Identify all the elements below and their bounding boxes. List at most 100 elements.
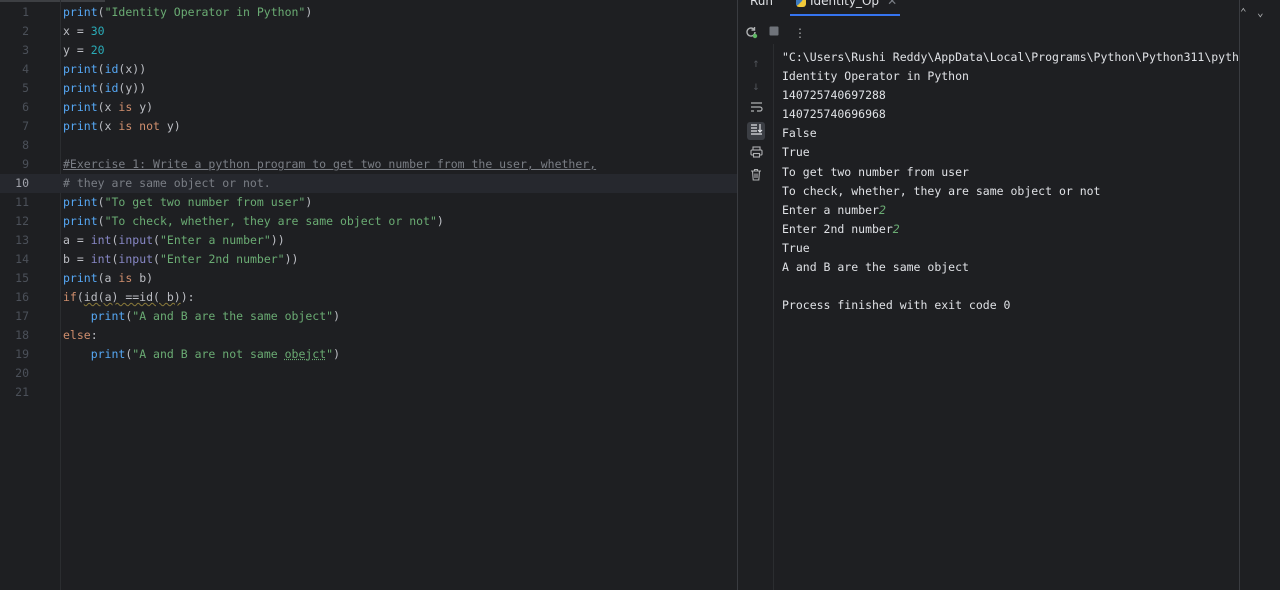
code-token: ( — [97, 214, 105, 228]
code-line-15[interactable]: 15 print(a is b) — [0, 269, 737, 288]
line-number: 20 — [15, 366, 29, 380]
chevron-up-icon[interactable]: ⌃ — [1240, 6, 1247, 19]
code-token: id — [104, 62, 119, 76]
code-token: (x — [97, 100, 119, 114]
code-token: y = — [63, 43, 91, 57]
code-line-3[interactable]: 3 y = 20 — [0, 41, 737, 60]
line-number: 12 — [15, 214, 29, 228]
rerun-icon[interactable] — [743, 25, 759, 41]
more-icon[interactable]: ⋮ — [792, 25, 808, 41]
line-number: 14 — [15, 252, 29, 266]
code-token: print — [63, 100, 98, 114]
print-icon[interactable] — [747, 145, 765, 163]
code-line-17[interactable]: 17 print("A and B are the same object") — [0, 307, 737, 326]
console-line: 140725740697288 — [782, 86, 1240, 105]
code-line-5[interactable]: 5 print(id(y)) — [0, 79, 737, 98]
code-keyword: is not — [118, 119, 160, 133]
code-line-12[interactable]: 12 print("To check, whether, they are sa… — [0, 212, 737, 231]
console-line: Enter a number2 — [782, 201, 1240, 220]
code-token: ( — [76, 290, 84, 304]
code-token: ) — [305, 195, 313, 209]
console-text: Enter 2nd number — [782, 221, 893, 236]
trash-icon[interactable] — [747, 168, 765, 186]
line-number: 11 — [15, 195, 29, 209]
run-toolbar: ⋮ — [738, 22, 1240, 44]
code-line-14[interactable]: 14 b = int(input("Enter 2nd number")) — [0, 250, 737, 269]
stop-icon[interactable] — [766, 25, 782, 41]
code-keyword: else — [63, 328, 91, 342]
code-line-7[interactable]: 7 print(x is not y) — [0, 117, 737, 136]
code-token: )) — [284, 252, 299, 266]
code-builtin: input — [118, 252, 154, 266]
code-token: ) — [305, 5, 313, 19]
code-token: ( — [97, 81, 105, 95]
console-text: A and B are the same object — [782, 260, 969, 275]
code-line-2[interactable]: 2 x = 30 — [0, 22, 737, 41]
arrow-down-icon[interactable]: ↓ — [747, 77, 765, 95]
console-output[interactable]: "C:\Users\Rushi Reddy\AppData\Local\Prog… — [782, 48, 1240, 315]
console-line: True — [782, 143, 1240, 162]
code-line-4[interactable]: 4 print(id(x)) — [0, 60, 737, 79]
right-tool-strip: ⌃ ⌄ — [1239, 0, 1280, 590]
code-line-6[interactable]: 6 print(x is y) — [0, 98, 737, 117]
code-line-18[interactable]: 18 else: — [0, 326, 737, 345]
line-number: 5 — [22, 81, 29, 95]
code-line-9[interactable]: 9 #Exercise 1: Write a python program to… — [0, 155, 737, 174]
console-user-input: 2 — [892, 221, 900, 236]
code-editor[interactable]: 1 print("Identity Operator in Python") 2… — [0, 0, 737, 590]
line-number: 15 — [15, 271, 29, 285]
code-string: "To check, whether, they are same object… — [104, 214, 437, 228]
chevron-down-icon[interactable]: ⌄ — [1257, 6, 1264, 19]
code-token: (x — [97, 119, 119, 133]
code-line-8[interactable]: 8 — [0, 136, 737, 155]
code-string: "A and B are not same — [132, 347, 285, 361]
line-number: 3 — [22, 43, 29, 57]
code-token: print — [63, 119, 98, 133]
code-token: print — [63, 5, 98, 19]
code-token: print — [63, 62, 98, 76]
code-token: ( — [97, 5, 105, 19]
console-text: False — [782, 126, 817, 141]
console-text: "C:\Users\Rushi Reddy\AppData\Local\Prog… — [782, 50, 1240, 64]
line-number: 19 — [15, 347, 29, 361]
code-line-19[interactable]: 19 print("A and B are not same obejct") — [0, 345, 737, 364]
code-line-21[interactable]: 21 — [0, 383, 737, 402]
line-number: 10 — [15, 176, 29, 190]
code-token: ) — [333, 309, 340, 323]
scroll-to-end-icon[interactable] — [747, 122, 765, 140]
code-number: 20 — [90, 43, 105, 57]
code-token: print — [90, 309, 126, 323]
line-number: 7 — [22, 119, 29, 133]
run-label: Run — [750, 0, 774, 8]
code-line-11[interactable]: 11 print("To get two number from user") — [0, 193, 737, 212]
code-token: print — [63, 81, 98, 95]
close-tab-icon[interactable]: ✕ — [887, 0, 897, 8]
code-line-1[interactable]: 1 print("Identity Operator in Python") — [0, 3, 737, 22]
console-text: To get two number from user — [782, 164, 969, 179]
code-string: "Identity Operator in Python" — [104, 5, 306, 19]
console-text: True — [782, 240, 810, 255]
code-token: (a — [97, 271, 119, 285]
code-line-13[interactable]: 13 a = int(input("Enter a number")) — [0, 231, 737, 250]
console-user-input: 2 — [878, 202, 886, 217]
code-string: "Enter a number" — [159, 233, 271, 247]
line-number: 18 — [15, 328, 29, 342]
code-line-10[interactable]: 10 # they are same object or not. — [0, 174, 737, 193]
code-line-16[interactable]: 16 if(id(a) ==id( b)): — [0, 288, 737, 307]
console-text: To check, whether, they are same object … — [782, 183, 1101, 198]
code-token: b = — [63, 252, 91, 266]
run-tab-bar: Run Identity_Op ✕ — [738, 0, 1240, 22]
soft-wrap-icon[interactable] — [747, 100, 765, 118]
console-line: Enter 2nd number2 — [782, 220, 1240, 239]
console-line: Identity Operator in Python — [782, 67, 1240, 86]
console-line: 140725740696968 — [782, 105, 1240, 124]
code-token: ) — [436, 214, 444, 228]
line-number: 17 — [15, 309, 29, 323]
line-number: 9 — [22, 157, 29, 171]
code-line-20[interactable]: 20 — [0, 364, 737, 383]
line-number: 4 — [22, 62, 29, 76]
arrow-up-icon[interactable]: ↑ — [747, 54, 765, 72]
line-number: 16 — [15, 290, 29, 304]
